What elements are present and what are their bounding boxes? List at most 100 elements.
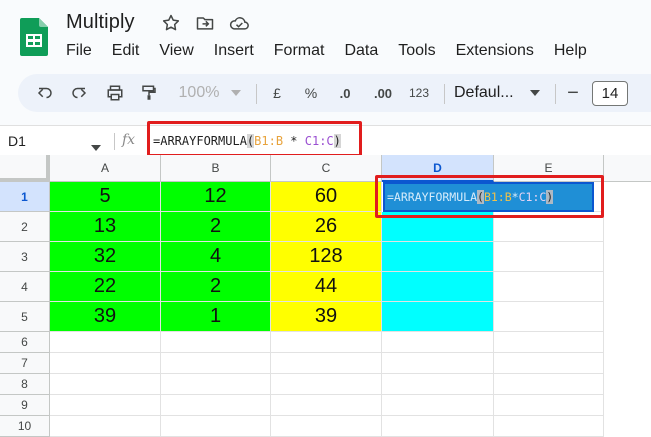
cell-c5[interactable]: 39 [271, 302, 382, 332]
cell-a10[interactable] [50, 416, 161, 437]
cell-a2[interactable]: 13 [50, 212, 161, 242]
menu-format[interactable]: Format [264, 40, 335, 62]
percent-button[interactable]: % [300, 74, 322, 112]
currency-button[interactable]: £ [266, 74, 288, 112]
cell-a8[interactable] [50, 374, 161, 395]
document-title[interactable]: Multiply [66, 11, 135, 34]
cloud-saved-icon[interactable] [228, 12, 250, 34]
cell-d8[interactable] [382, 374, 494, 395]
font-dropdown-icon[interactable] [528, 74, 542, 112]
column-header-c[interactable]: C [271, 155, 382, 182]
font-select[interactable]: Defaul... [454, 74, 538, 112]
cell-a1[interactable]: 5 [50, 182, 161, 212]
cell-a3[interactable]: 32 [50, 242, 161, 272]
cell-e5[interactable] [494, 302, 604, 332]
cell-d6[interactable] [382, 332, 494, 353]
cell-c8[interactable] [271, 374, 382, 395]
cell-b4[interactable]: 2 [161, 272, 271, 302]
paint-format-icon[interactable] [136, 74, 162, 112]
fx-icon: fx [122, 132, 136, 148]
cell-b9[interactable] [161, 395, 271, 416]
cell-a6[interactable] [50, 332, 161, 353]
row-header-4[interactable]: 4 [0, 272, 50, 302]
cell-a4[interactable]: 22 [50, 272, 161, 302]
zoom-dropdown-icon[interactable] [228, 74, 244, 112]
cell-e9[interactable] [494, 395, 604, 416]
formula-bar-divider [114, 133, 115, 150]
font-size-input[interactable]: 14 [592, 81, 628, 106]
cell-c4[interactable]: 44 [271, 272, 382, 302]
formula-highlight-box [147, 121, 362, 157]
menu-help[interactable]: Help [544, 40, 597, 62]
cell-e8[interactable] [494, 374, 604, 395]
cell-b7[interactable] [161, 353, 271, 374]
cell-b10[interactable] [161, 416, 271, 437]
cell-c6[interactable] [271, 332, 382, 353]
cell-b1[interactable]: 12 [161, 182, 271, 212]
menu-data[interactable]: Data [334, 40, 388, 62]
number-format-button[interactable]: 123 [404, 74, 434, 112]
increase-decimal-button[interactable]: .00 [368, 74, 398, 112]
percent-label: % [304, 85, 318, 101]
row-header-2[interactable]: 2 [0, 212, 50, 242]
cell-a9[interactable] [50, 395, 161, 416]
cell-d7[interactable] [382, 353, 494, 374]
cell-a5[interactable]: 39 [50, 302, 161, 332]
cell-a7[interactable] [50, 353, 161, 374]
cell-e7[interactable] [494, 353, 604, 374]
sheets-logo[interactable] [20, 18, 48, 56]
menu-edit[interactable]: Edit [102, 40, 150, 62]
column-header-a[interactable]: A [50, 155, 161, 182]
undo-icon[interactable] [32, 74, 58, 112]
cell-d3[interactable] [382, 242, 494, 272]
toolbar-divider [444, 84, 445, 104]
cell-c3[interactable]: 128 [271, 242, 382, 272]
cell-d4[interactable] [382, 272, 494, 302]
cell-c1[interactable]: 60 [271, 182, 382, 212]
row-header-1[interactable]: 1 [0, 182, 50, 212]
minus-icon: − [567, 81, 579, 104]
cell-b5[interactable]: 1 [161, 302, 271, 332]
column-header-blank[interactable] [604, 155, 651, 182]
menu-view[interactable]: View [149, 40, 203, 62]
cell-e6[interactable] [494, 332, 604, 353]
select-all-corner[interactable] [0, 155, 50, 182]
decrease-font-size-button[interactable]: − [562, 74, 584, 112]
increase-decimal-label: .00 [373, 85, 393, 101]
menu-tools[interactable]: Tools [388, 40, 445, 62]
menu-insert[interactable]: Insert [204, 40, 264, 62]
cell-d10[interactable] [382, 416, 494, 437]
redo-icon[interactable] [66, 74, 92, 112]
name-box-dropdown-icon[interactable] [91, 138, 101, 156]
cell-c10[interactable] [271, 416, 382, 437]
zoom-select[interactable]: 100% [174, 74, 224, 112]
row-header-10[interactable]: 10 [0, 416, 50, 437]
cell-b3[interactable]: 4 [161, 242, 271, 272]
print-icon[interactable] [102, 74, 128, 112]
menu-extensions[interactable]: Extensions [446, 40, 544, 62]
column-header-b[interactable]: B [161, 155, 271, 182]
name-box[interactable]: D1 [8, 126, 26, 156]
row-header-9[interactable]: 9 [0, 395, 50, 416]
cell-e10[interactable] [494, 416, 604, 437]
menu-file[interactable]: File [56, 40, 102, 62]
row-header-6[interactable]: 6 [0, 332, 50, 353]
cell-e4[interactable] [494, 272, 604, 302]
row-header-5[interactable]: 5 [0, 302, 50, 332]
move-folder-icon[interactable] [194, 12, 216, 34]
cell-d9[interactable] [382, 395, 494, 416]
menu-bar: File Edit View Insert Format Data Tools … [56, 40, 597, 62]
cell-b2[interactable]: 2 [161, 212, 271, 242]
row-header-3[interactable]: 3 [0, 242, 50, 272]
cell-b6[interactable] [161, 332, 271, 353]
decrease-decimal-button[interactable]: .0 [332, 74, 358, 112]
star-icon[interactable] [160, 12, 182, 34]
row-header-7[interactable]: 7 [0, 353, 50, 374]
cell-c9[interactable] [271, 395, 382, 416]
cell-e3[interactable] [494, 242, 604, 272]
cell-b8[interactable] [161, 374, 271, 395]
cell-c7[interactable] [271, 353, 382, 374]
row-header-8[interactable]: 8 [0, 374, 50, 395]
cell-d5[interactable] [382, 302, 494, 332]
cell-c2[interactable]: 26 [271, 212, 382, 242]
